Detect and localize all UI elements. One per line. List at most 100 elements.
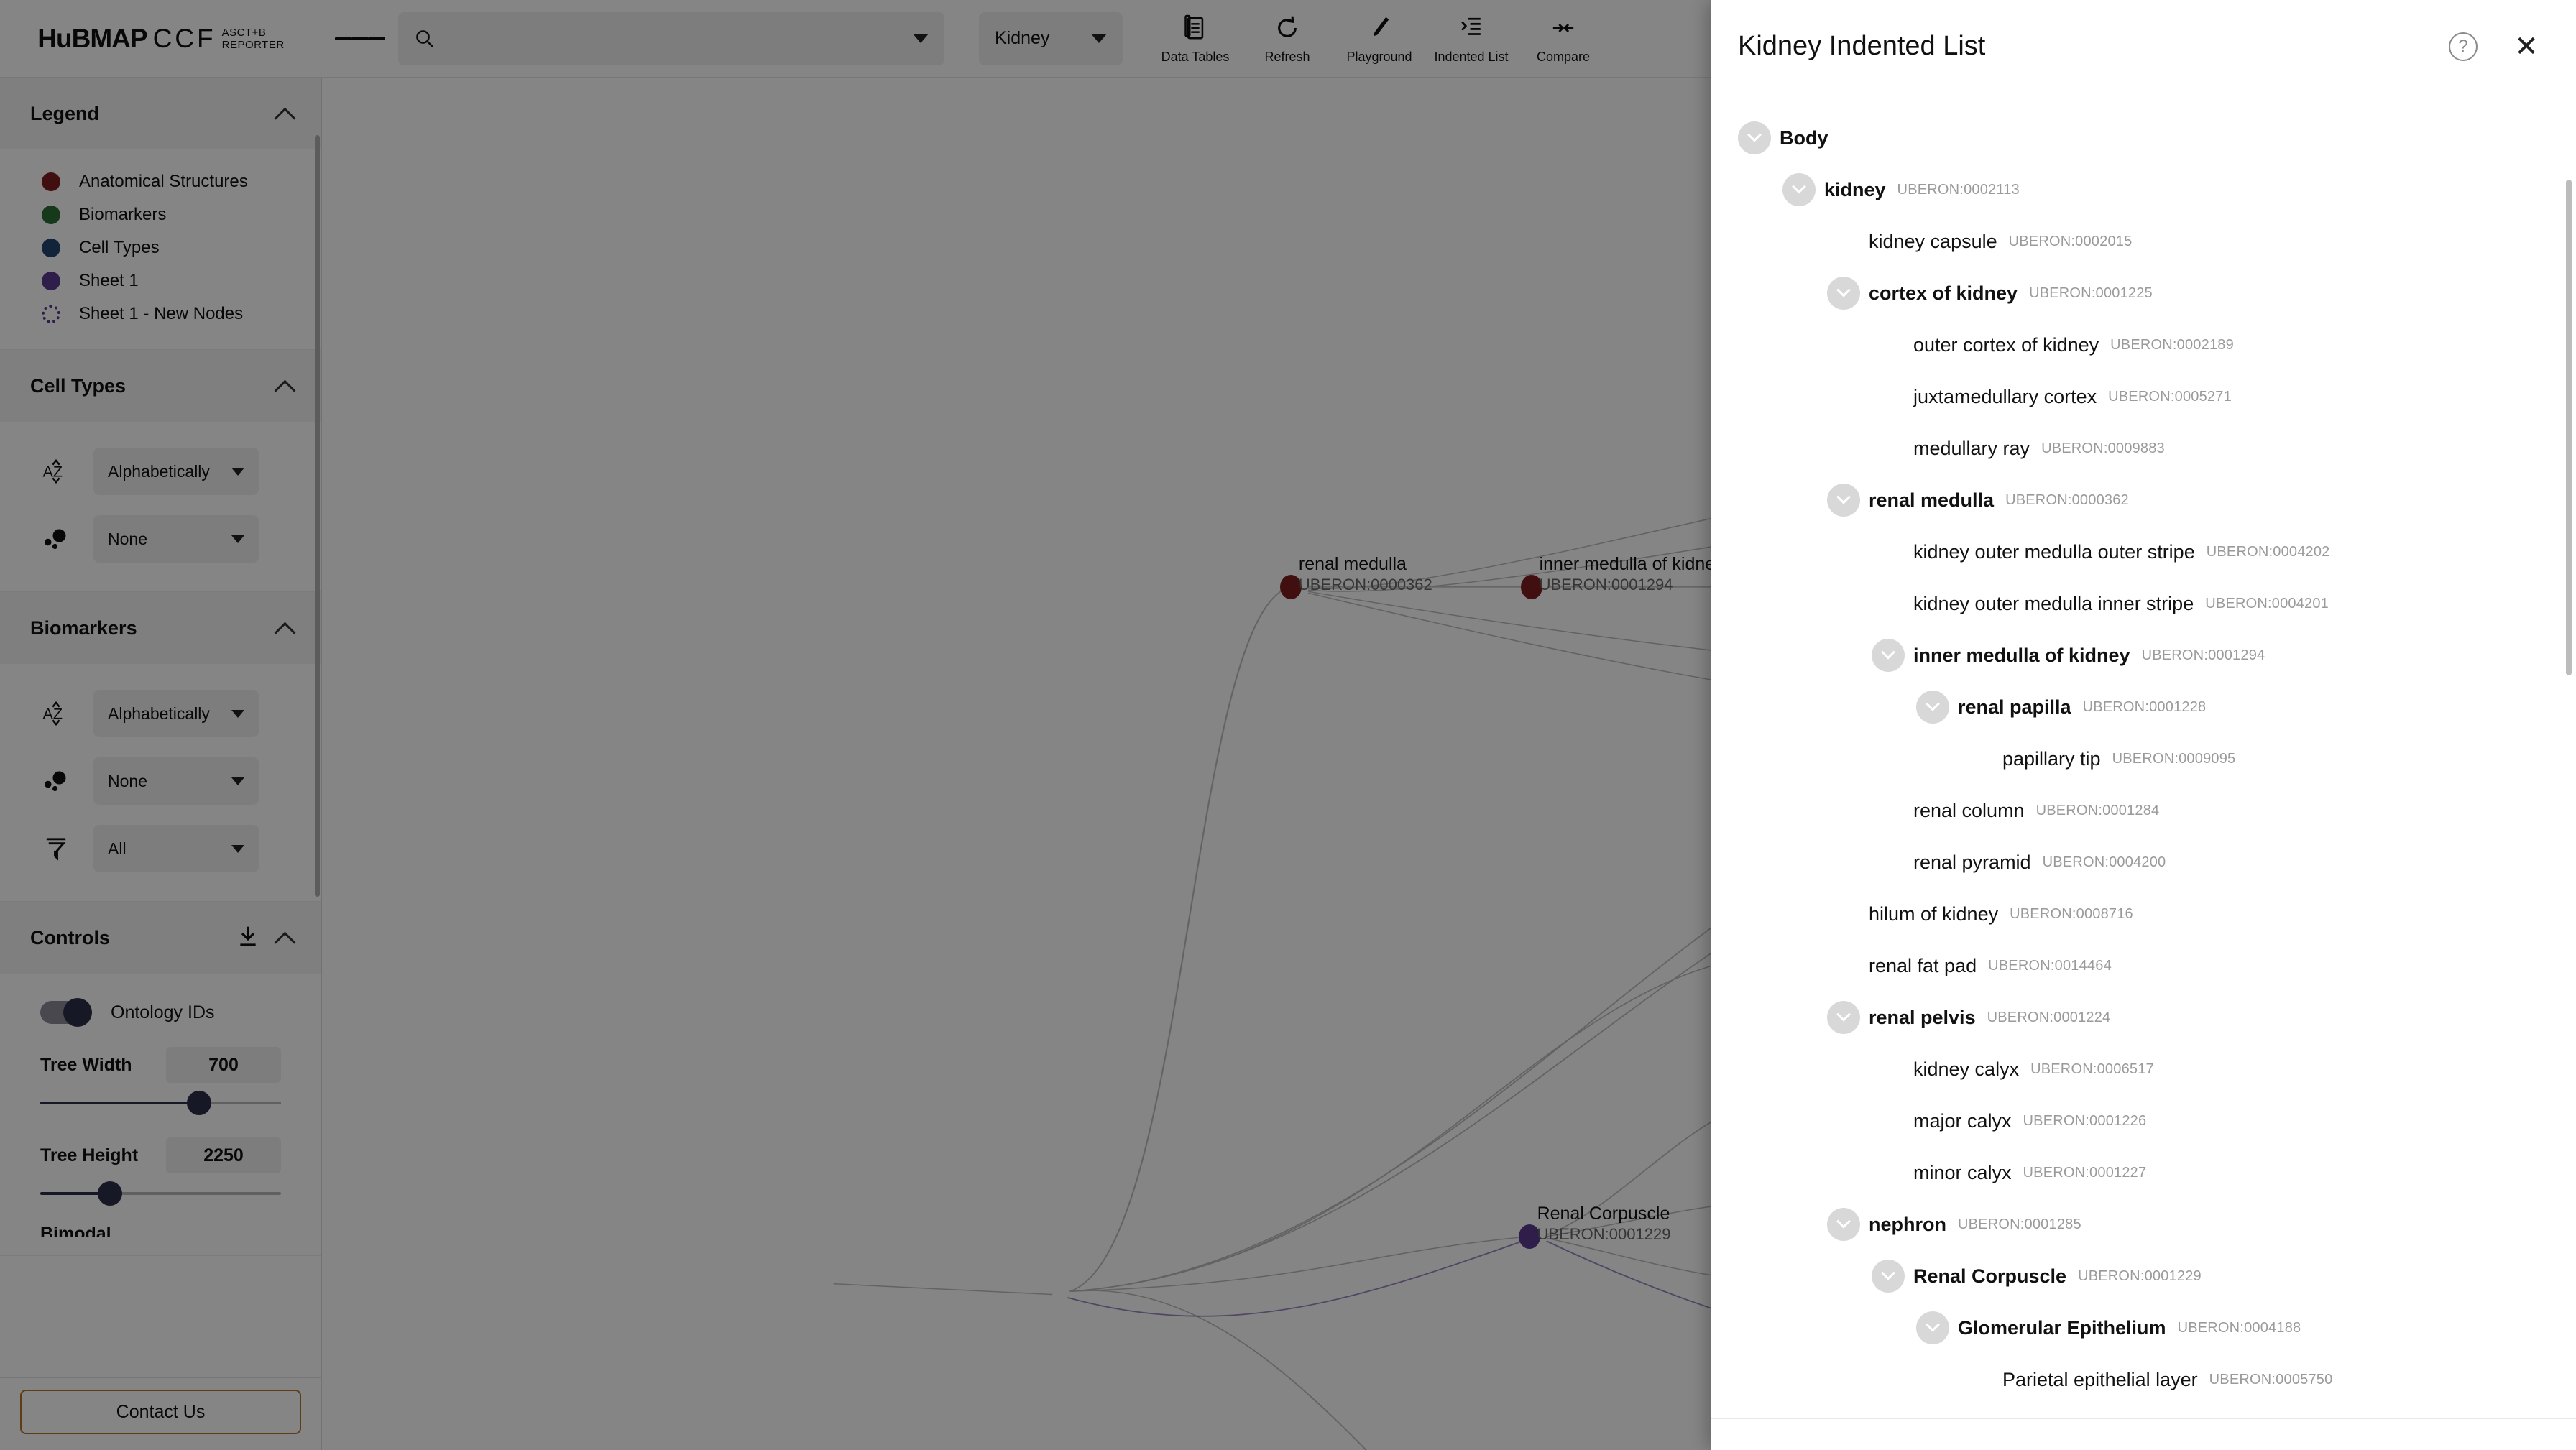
legend-header[interactable]: Legend bbox=[0, 78, 321, 149]
search-input[interactable] bbox=[447, 27, 901, 50]
biomarkers-size-select[interactable]: None bbox=[93, 757, 259, 805]
indented-list-row[interactable]: renal pelvis UBERON:0001224 bbox=[1711, 992, 2576, 1043]
biomarkers-sort-select[interactable]: Alphabetically bbox=[93, 690, 259, 737]
refresh-icon bbox=[1275, 12, 1300, 44]
indented-list-row[interactable]: kidney outer medulla outer stripe UBERON:… bbox=[1711, 526, 2576, 578]
expand-collapse-icon[interactable] bbox=[1827, 1208, 1860, 1241]
ontology-ids-toggle[interactable] bbox=[40, 998, 92, 1027]
cell-types-size-select[interactable]: None bbox=[93, 515, 259, 563]
search-bar[interactable] bbox=[398, 11, 944, 65]
app-logo[interactable]: HuBMAP CCF ASCT+B REPORTER bbox=[0, 0, 322, 77]
tree-node[interactable]: renal medulla UBERON:0000362 bbox=[1279, 554, 1432, 599]
tree-height-slider[interactable] bbox=[40, 1179, 281, 1208]
tree-width-value-box[interactable]: 700 bbox=[166, 1047, 281, 1083]
expand-collapse-icon[interactable] bbox=[1782, 173, 1816, 206]
help-circle-icon[interactable]: ? bbox=[2447, 30, 2480, 63]
indented-list-row-ontology-id: UBERON:0009883 bbox=[2041, 440, 2165, 456]
close-icon[interactable]: ✕ bbox=[2510, 30, 2543, 63]
tree-width-slider[interactable] bbox=[40, 1089, 281, 1117]
contact-us-button[interactable]: Contact Us bbox=[20, 1390, 301, 1434]
tree-node-label: inner medulla of kidney UBERON:0001294 bbox=[1540, 553, 1724, 595]
download-icon[interactable] bbox=[236, 925, 259, 951]
expand-collapse-icon[interactable] bbox=[1872, 639, 1905, 672]
biomarkers-sort-row: AZ Alphabetically bbox=[0, 680, 321, 747]
legend-item-label: Anatomical Structures bbox=[79, 172, 248, 191]
expand-collapse-icon[interactable] bbox=[1827, 484, 1860, 517]
sidebar-scrollbar[interactable] bbox=[315, 135, 320, 897]
chevron-down-icon[interactable] bbox=[1091, 34, 1107, 43]
biomarkers-filter-select[interactable]: All bbox=[93, 825, 259, 872]
indented-list-row-name: Glomerular Epithelium bbox=[1958, 1316, 2166, 1339]
indented-list-row[interactable]: outer cortex of kidney UBERON:0002189 bbox=[1711, 319, 2576, 371]
expand-collapse-icon[interactable] bbox=[1827, 1001, 1860, 1034]
tree-node[interactable]: Renal Corpuscle UBERON:0001229 bbox=[1518, 1204, 1670, 1249]
tool-compare[interactable]: Compare bbox=[1519, 12, 1607, 65]
ontology-ids-toggle-row: Ontology IDs bbox=[0, 989, 321, 1040]
legend-item-label: Biomarkers bbox=[79, 205, 167, 224]
biomarkers-body: AZ Alphabetically None All bbox=[0, 664, 321, 901]
tool-playground[interactable]: Playground bbox=[1335, 12, 1423, 65]
pencil-icon bbox=[1367, 12, 1392, 44]
legend-title: Legend bbox=[30, 102, 100, 124]
indented-list-row[interactable]: hilum of kidney UBERON:0008716 bbox=[1711, 888, 2576, 940]
expand-collapse-icon[interactable] bbox=[1916, 1311, 1949, 1344]
indented-list-row[interactable]: juxtamedullary cortex UBERON:0005271 bbox=[1711, 371, 2576, 422]
indented-list-row[interactable]: Body bbox=[1711, 112, 2576, 164]
tool-data-tables[interactable]: Data Tables bbox=[1151, 12, 1239, 65]
indented-list-row[interactable]: kidney capsule UBERON:0002015 bbox=[1711, 216, 2576, 267]
tool-refresh[interactable]: Refresh bbox=[1243, 12, 1331, 65]
expand-collapse-icon[interactable] bbox=[1916, 691, 1949, 724]
indented-list-row[interactable]: papillary tip UBERON:0009095 bbox=[1711, 733, 2576, 785]
tree-height-value-box[interactable]: 2250 bbox=[166, 1137, 281, 1173]
indented-list-row[interactable]: Glomerular Epithelium UBERON:0004188 bbox=[1711, 1302, 2576, 1354]
indented-list-scrollbar[interactable] bbox=[2566, 180, 2572, 675]
indented-list-row[interactable]: renal pyramid UBERON:0004200 bbox=[1711, 836, 2576, 888]
tool-indented-list[interactable]: Indented List bbox=[1427, 12, 1515, 65]
tree-node[interactable]: inner medulla of kidney UBERON:0001294 bbox=[1520, 554, 1724, 599]
indented-list-row[interactable]: kidney UBERON:0002113 bbox=[1711, 164, 2576, 216]
indented-list-row-name: Renal Corpuscle bbox=[1913, 1265, 2067, 1287]
cell-types-sort-value: Alphabetically bbox=[108, 461, 210, 481]
cell-types-header[interactable]: Cell Types bbox=[0, 350, 321, 422]
chevron-up-icon[interactable] bbox=[275, 377, 294, 395]
indented-list-row[interactable]: Parietal epithelial layer UBERON:0005750 bbox=[1711, 1354, 2576, 1405]
indented-list-row[interactable]: minor calyx UBERON:0001227 bbox=[1711, 1147, 2576, 1199]
indented-list-row[interactable]: renal column UBERON:0001284 bbox=[1711, 785, 2576, 836]
controls-header[interactable]: Controls bbox=[0, 902, 321, 974]
indented-list-row[interactable]: kidney calyx UBERON:0006517 bbox=[1711, 1043, 2576, 1095]
indented-list-row[interactable]: Renal Corpuscle UBERON:0001229 bbox=[1711, 1250, 2576, 1302]
chevron-down-icon[interactable] bbox=[913, 34, 929, 43]
indented-list-body[interactable]: Body kidney UBERON:0002113 kidney capsule UB… bbox=[1711, 93, 2576, 1418]
indented-list-row-name: juxtamedullary cortex bbox=[1913, 385, 2097, 407]
controls-title: Controls bbox=[30, 926, 110, 948]
indented-list-row[interactable]: renal medulla UBERON:0000362 bbox=[1711, 474, 2576, 526]
az-sort-icon: AZ bbox=[40, 699, 72, 728]
expand-collapse-icon[interactable] bbox=[1738, 121, 1771, 154]
indented-list-row[interactable]: major calyx UBERON:0001226 bbox=[1711, 1095, 2576, 1147]
indented-list-row[interactable]: nephron UBERON:0001285 bbox=[1711, 1199, 2576, 1250]
indented-list-row[interactable]: medullary ray UBERON:0009883 bbox=[1711, 422, 2576, 474]
indented-list-row[interactable]: inner medulla of kidney UBERON:0001294 bbox=[1711, 629, 2576, 681]
tree-node-name: inner medulla of kidney bbox=[1539, 553, 1724, 574]
indented-list-row[interactable]: kidney outer medulla inner stripe UBERON:… bbox=[1711, 578, 2576, 629]
indented-list-panel: Kidney Indented List ? ✕ Body kidney UBERO… bbox=[1711, 0, 2576, 1450]
expand-collapse-icon[interactable] bbox=[1827, 277, 1860, 310]
chevron-up-icon[interactable] bbox=[275, 928, 294, 947]
organ-select[interactable]: Kidney bbox=[979, 11, 1123, 65]
expand-collapse-icon[interactable] bbox=[1872, 1260, 1905, 1293]
chevron-up-icon[interactable] bbox=[275, 104, 294, 123]
brand-ccf-text: CCF bbox=[152, 23, 216, 53]
chevron-up-icon[interactable] bbox=[275, 619, 294, 637]
indented-list-row[interactable]: cortex of kidney UBERON:0001225 bbox=[1711, 267, 2576, 319]
biomarkers-header[interactable]: Biomarkers bbox=[0, 592, 321, 664]
menu-icon[interactable] bbox=[335, 14, 385, 64]
cell-types-sort-select[interactable]: Alphabetically bbox=[93, 448, 259, 495]
indented-list-row[interactable]: renal papilla UBERON:0001228 bbox=[1711, 681, 2576, 733]
indented-list-row-name: medullary ray bbox=[1913, 437, 2030, 459]
indented-list-row[interactable]: renal fat pad UBERON:0014464 bbox=[1711, 940, 2576, 992]
indented-list-header: Kidney Indented List ? ✕ bbox=[1711, 0, 2576, 93]
